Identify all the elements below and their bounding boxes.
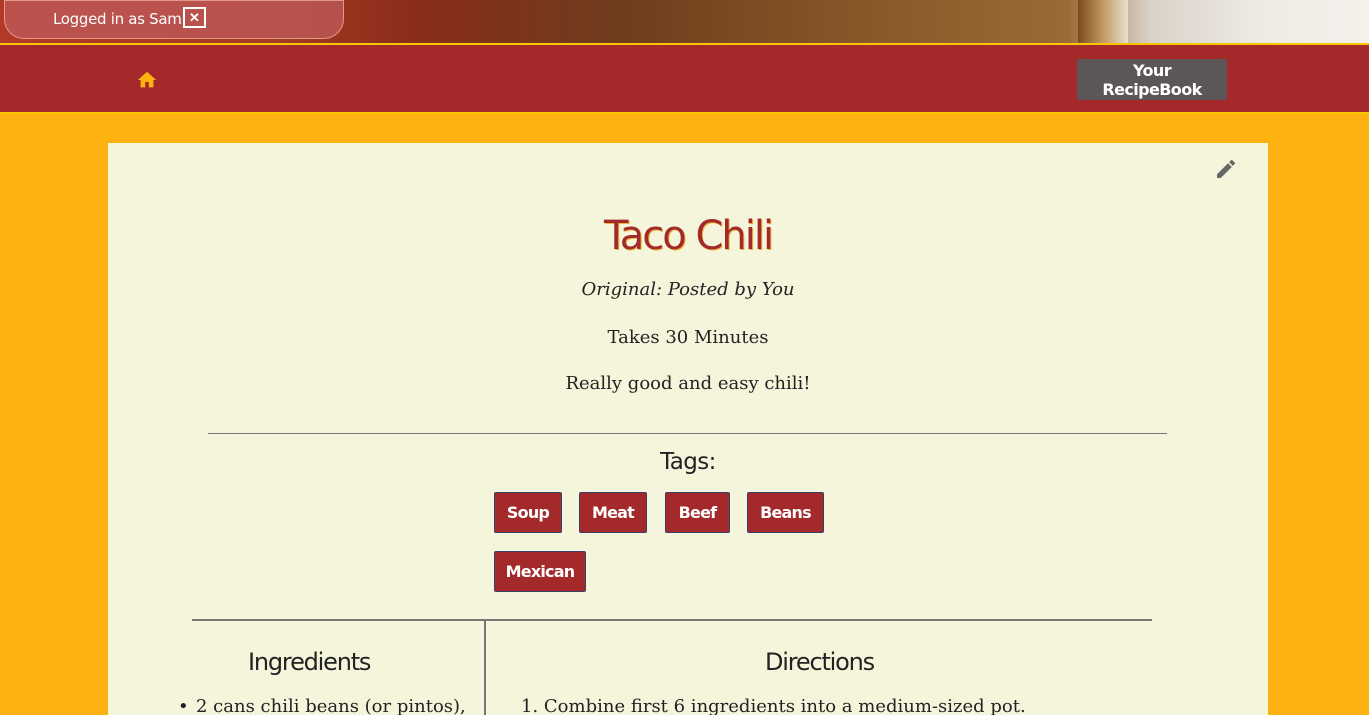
home-icon[interactable] (136, 69, 158, 91)
direction-item: 1. Combine first 6 ingredients into a me… (521, 696, 1026, 715)
tag-mexican[interactable]: Mexican (494, 551, 586, 592)
tags-heading: Tags: (660, 449, 716, 475)
your-recipebook-button[interactable]: Your RecipeBook (1077, 59, 1227, 100)
recipe-origin: Original: Posted by You (581, 279, 795, 300)
recipe-title: Taco Chili (603, 213, 774, 259)
navbar: Your RecipeBook (0, 43, 1369, 114)
recipe-time: Takes 30 Minutes (607, 327, 769, 348)
header-banner: Logged in as Sam ✕ (0, 0, 1369, 43)
directions-heading: Directions (765, 648, 875, 676)
divider (208, 433, 1167, 434)
tag-meat[interactable]: Meat (579, 492, 647, 533)
edit-pencil-icon[interactable] (1214, 157, 1238, 181)
tag-beef[interactable]: Beef (665, 492, 730, 533)
divider (192, 619, 1152, 621)
step-number: 1. (521, 696, 544, 715)
bullet: • (178, 696, 189, 715)
tag-beans[interactable]: Beans (747, 492, 824, 533)
column-divider (484, 621, 486, 715)
ingredient-item: • 2 cans chili beans (or pintos), (178, 696, 466, 715)
ingredients-heading: Ingredients (248, 648, 371, 676)
login-status-pill: Logged in as Sam ✕ (4, 0, 344, 39)
close-icon[interactable]: ✕ (183, 7, 206, 28)
recipe-description: Really good and easy chili! (565, 373, 811, 394)
login-status-text: Logged in as Sam (53, 10, 182, 28)
tag-soup[interactable]: Soup (494, 492, 562, 533)
recipe-card: Taco Chili Original: Posted by You Takes… (108, 143, 1268, 715)
